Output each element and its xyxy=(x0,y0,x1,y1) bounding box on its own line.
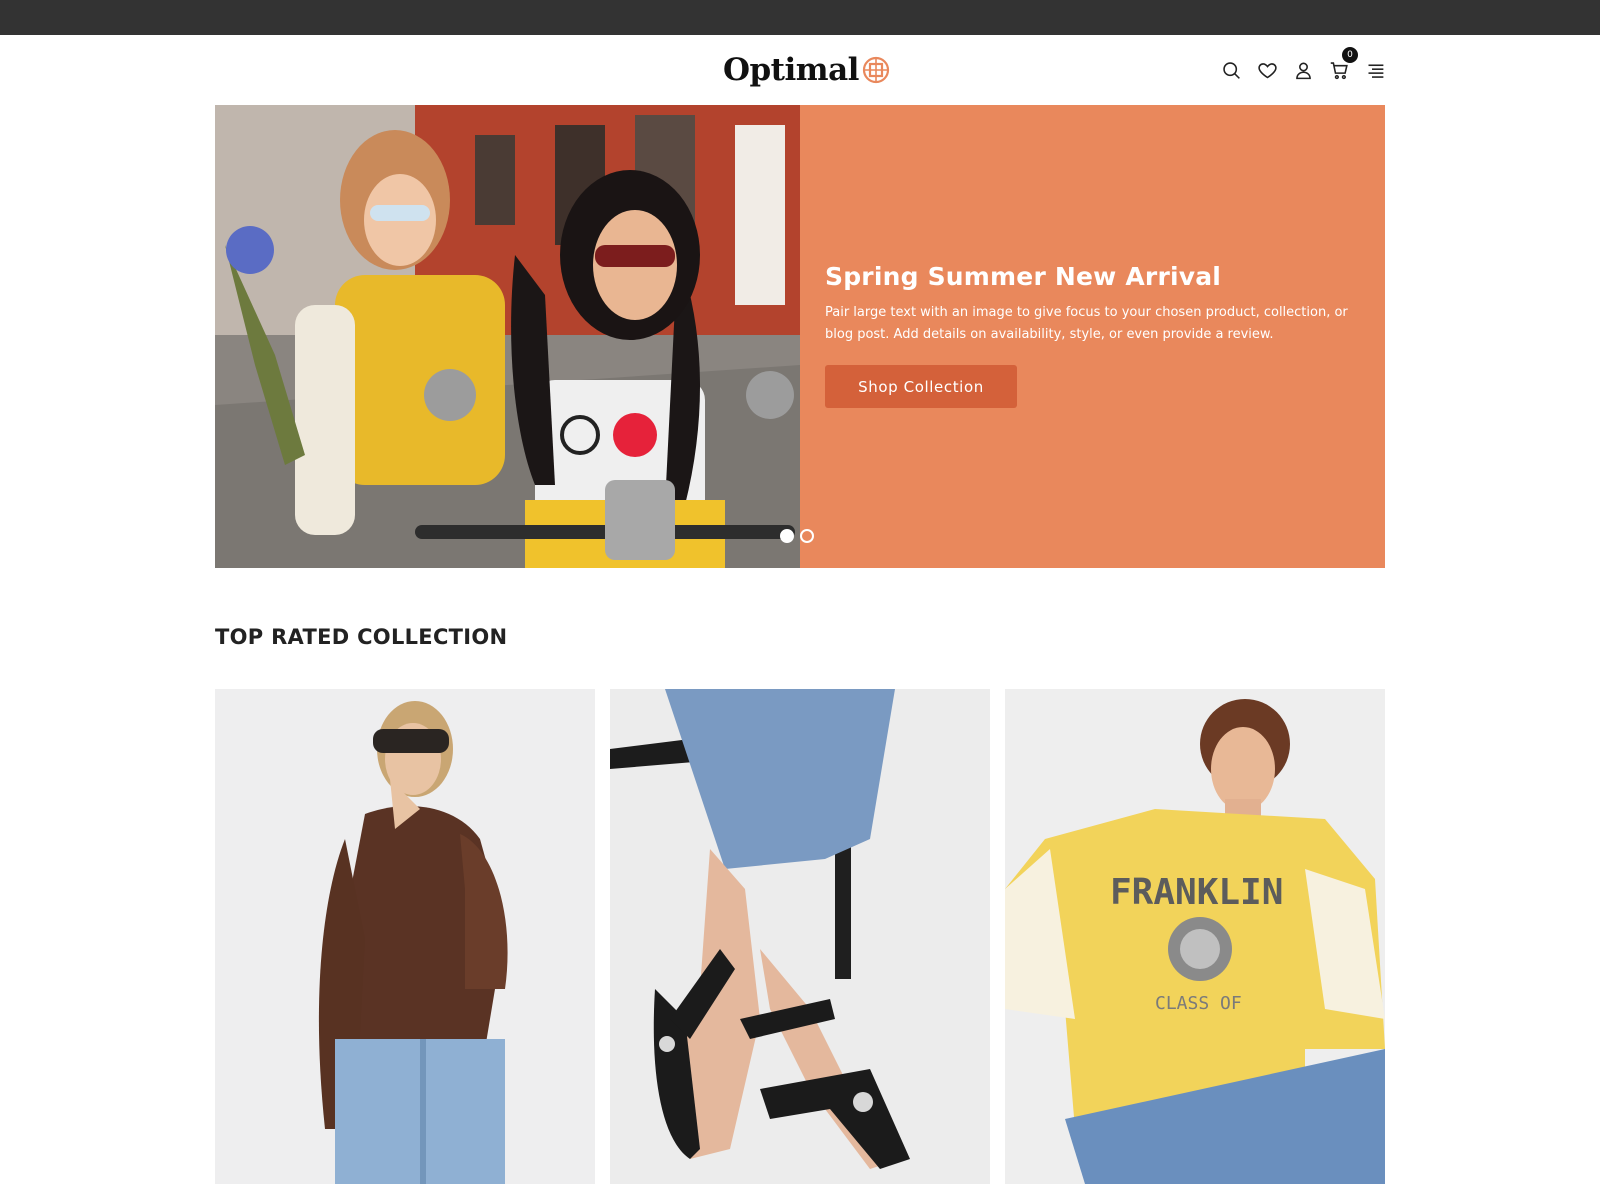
product-card[interactable]: FRANKLIN CLASS OF xyxy=(1005,689,1385,1184)
announcement-bar xyxy=(0,0,1600,35)
hero-image xyxy=(215,105,800,568)
header-icons: 0 xyxy=(1218,47,1398,83)
logo-mark-icon xyxy=(862,56,890,84)
hero-content-panel: Spring Summer New Arrival Pair large tex… xyxy=(800,105,1385,568)
slide-dot-1[interactable] xyxy=(780,529,794,543)
cart-count-badge: 0 xyxy=(1342,47,1358,63)
svg-text:FRANKLIN: FRANKLIN xyxy=(1110,872,1283,913)
product-image xyxy=(215,689,595,1184)
product-image: FRANKLIN CLASS OF xyxy=(1005,689,1385,1184)
user-icon[interactable] xyxy=(1290,57,1316,83)
product-grid: FRANKLIN CLASS OF xyxy=(215,689,1385,1184)
hero-title: Spring Summer New Arrival xyxy=(825,262,1222,291)
logo-text: Optimal xyxy=(723,52,859,88)
search-icon[interactable] xyxy=(1218,57,1244,83)
site-header: Optimal 0 xyxy=(0,35,1600,105)
product-card[interactable] xyxy=(215,689,595,1184)
slide-dot-2[interactable] xyxy=(800,529,814,543)
product-card[interactable] xyxy=(610,689,990,1184)
hero-slideshow: Spring Summer New Arrival Pair large tex… xyxy=(215,105,1385,568)
slideshow-dots xyxy=(780,529,820,543)
section-title: TOP RATED COLLECTION xyxy=(215,625,508,649)
hero-description: Pair large text with an image to give fo… xyxy=(825,305,1348,342)
logo[interactable]: Optimal xyxy=(723,49,890,91)
svg-text:CLASS OF: CLASS OF xyxy=(1155,993,1242,1014)
cart-icon[interactable]: 0 xyxy=(1326,47,1358,83)
heart-icon[interactable] xyxy=(1254,57,1280,83)
menu-icon[interactable] xyxy=(1362,57,1388,83)
product-image xyxy=(610,689,990,1184)
shop-collection-button[interactable]: Shop Collection xyxy=(825,365,1017,408)
